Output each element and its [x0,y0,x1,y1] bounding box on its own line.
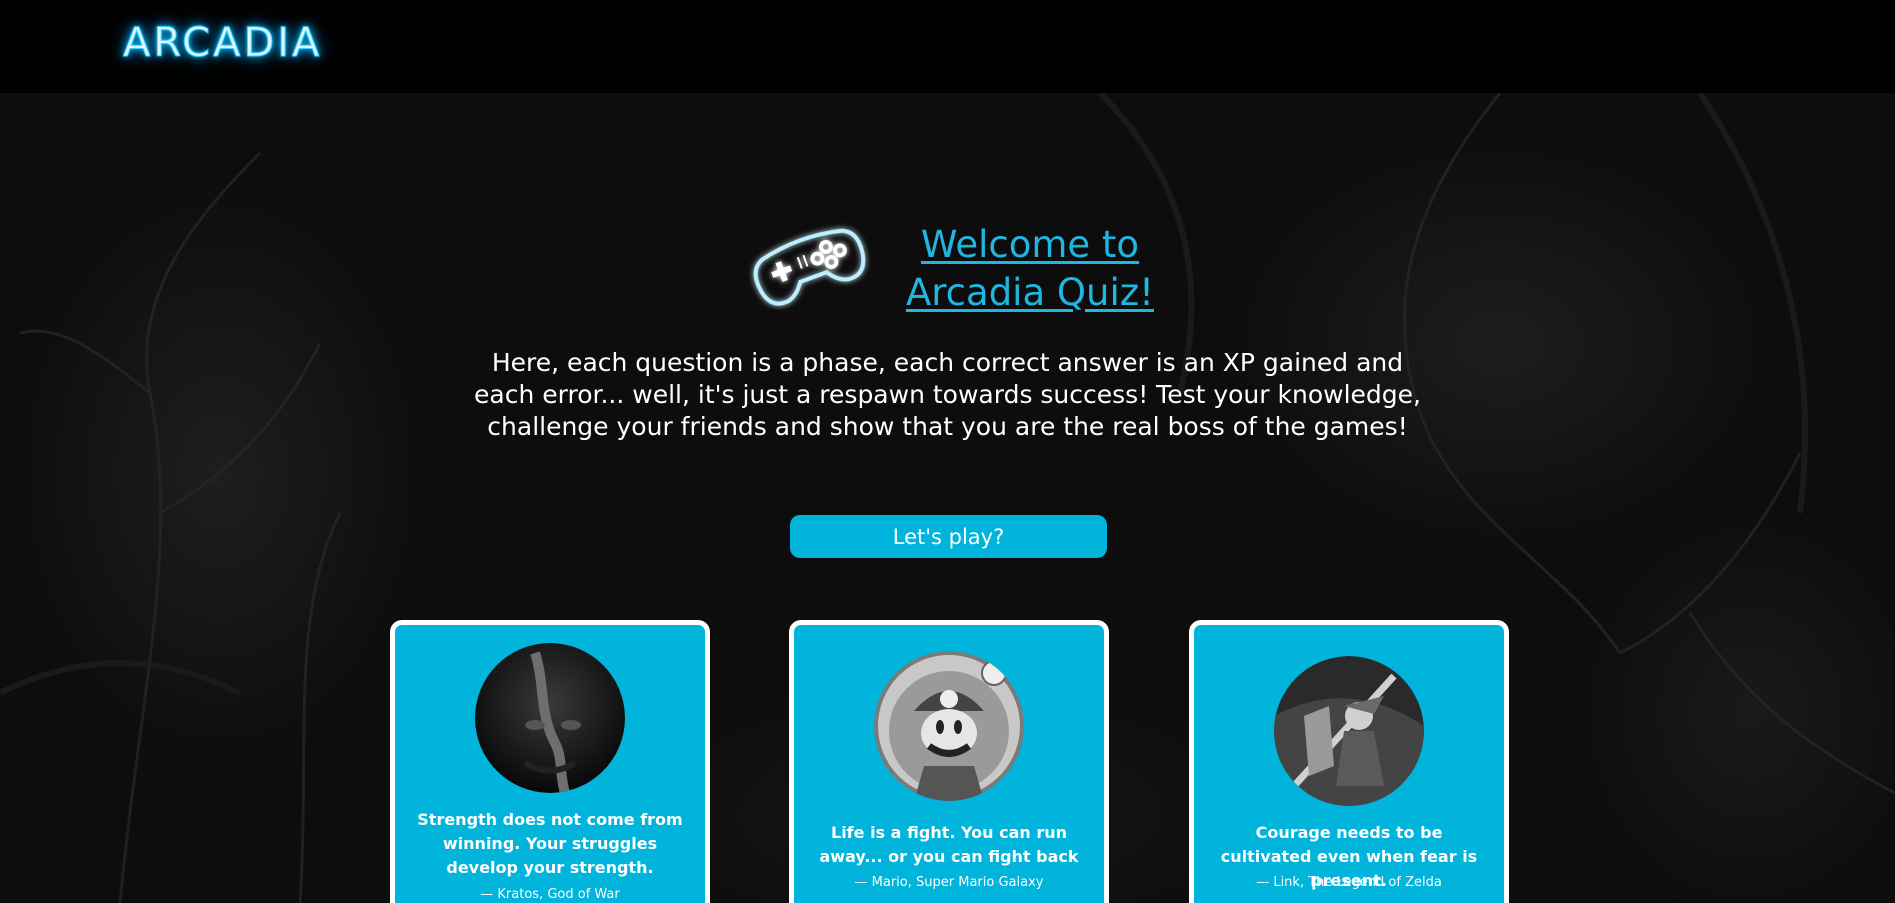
quote-card-kratos: Strength does not come from winning. You… [390,620,710,903]
card-author: — Kratos, God of War [480,887,620,902]
link-portrait [1274,656,1424,806]
card-quote: Life is a fight. You can run away... or … [819,823,1079,866]
quote-card-link: Courage needs to be cultivated even when… [1189,620,1509,903]
brand-logo[interactable]: ARCADIA [122,20,322,67]
card-author: — Link, The Legend of Zelda [1256,875,1442,890]
welcome-title-line1[interactable]: Welcome to [880,221,1180,269]
hero-section: Welcome to Arcadia Quiz! Here, each ques… [0,93,1895,903]
card-author: — Mario, Super Mario Galaxy [854,875,1044,890]
mario-portrait [874,651,1024,801]
card-quote: Strength does not come from winning. You… [417,810,683,877]
quote-card-mario: Life is a fight. You can run away... or … [789,620,1109,903]
intro-text: Here, each question is a phase, each cor… [474,348,1421,441]
top-nav-bar: ARCADIA [0,0,1895,93]
lets-play-button[interactable]: Let's play? [790,515,1107,558]
welcome-title[interactable]: Welcome to Arcadia Quiz! [880,221,1180,317]
game-controller-icon [753,228,866,306]
kratos-portrait [475,643,625,793]
welcome-title-line2[interactable]: Arcadia Quiz! [880,269,1180,317]
